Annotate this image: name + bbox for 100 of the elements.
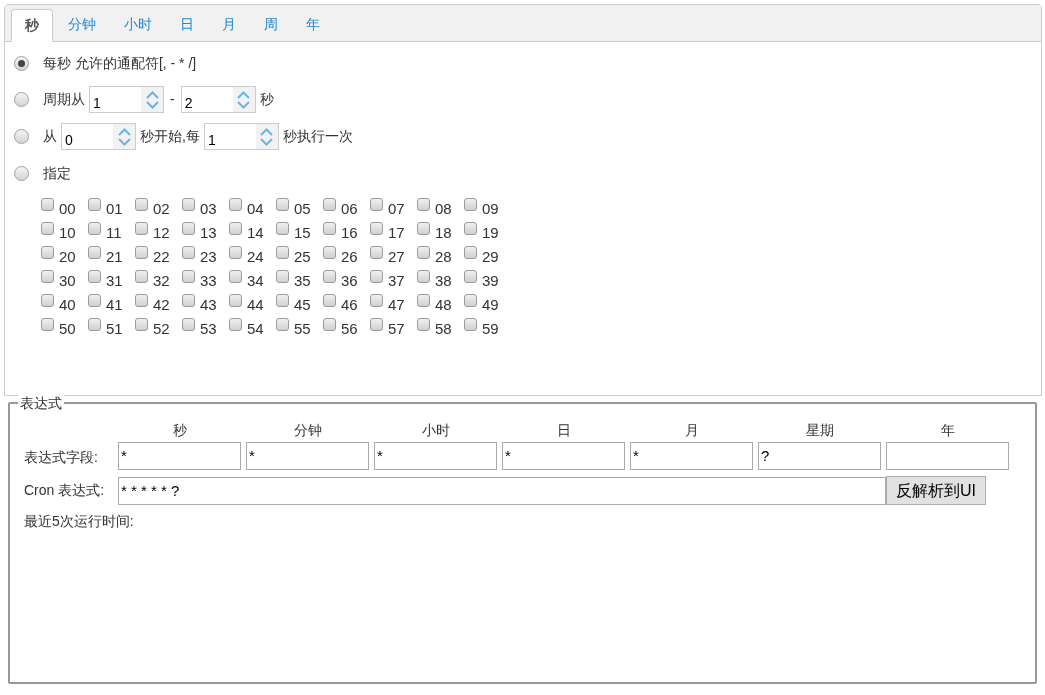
number-spinner[interactable]: 0: [61, 123, 136, 150]
expression-field[interactable]: *: [118, 442, 241, 470]
expression-field[interactable]: *: [374, 442, 497, 470]
checkbox[interactable]: [229, 294, 242, 307]
checkbox-label: 02: [153, 199, 170, 220]
column-header: 月: [684, 421, 699, 440]
checkbox[interactable]: [229, 198, 242, 211]
expression-field[interactable]: *: [630, 442, 753, 470]
unit-label: 秒: [259, 90, 274, 109]
checkbox[interactable]: [464, 198, 477, 211]
checkbox[interactable]: [276, 198, 289, 211]
checkbox[interactable]: [464, 222, 477, 235]
checkbox[interactable]: [135, 294, 148, 307]
checkbox[interactable]: [323, 318, 336, 331]
checkbox-label: 21: [106, 247, 123, 268]
radio-button[interactable]: [14, 165, 29, 181]
tab[interactable]: 秒: [11, 9, 53, 42]
checkbox[interactable]: [276, 270, 289, 283]
cron-expression-field[interactable]: * * * * * ?: [118, 476, 886, 505]
checkbox[interactable]: [417, 318, 430, 331]
checkbox[interactable]: [370, 198, 383, 211]
checkbox-label: 40: [59, 295, 76, 316]
checkbox[interactable]: [417, 222, 430, 235]
checkbox[interactable]: [135, 198, 148, 211]
down-chevron-icon[interactable]: [145, 100, 159, 109]
checkbox[interactable]: [41, 294, 54, 307]
expression-field[interactable]: ?: [758, 442, 881, 470]
checkbox[interactable]: [182, 270, 195, 283]
checkbox[interactable]: [88, 318, 101, 331]
checkbox[interactable]: [276, 246, 289, 259]
radio-button[interactable]: [14, 129, 29, 144]
checkbox[interactable]: [464, 246, 477, 259]
checkbox[interactable]: [276, 318, 289, 331]
checkbox[interactable]: [276, 222, 289, 235]
checkbox[interactable]: [41, 222, 54, 235]
down-chevron-icon[interactable]: [260, 137, 274, 146]
checkbox[interactable]: [370, 270, 383, 283]
checkbox[interactable]: [88, 270, 101, 283]
checkbox[interactable]: [229, 222, 242, 235]
checkbox-label: 16: [341, 223, 358, 244]
tab[interactable]: 分钟: [55, 8, 109, 41]
tab[interactable]: 周: [251, 8, 291, 41]
checkbox[interactable]: [41, 270, 54, 283]
up-chevron-icon[interactable]: [237, 90, 251, 99]
checkbox[interactable]: [464, 294, 477, 307]
checkbox[interactable]: [182, 294, 195, 307]
tab[interactable]: 年: [293, 8, 333, 41]
checkbox[interactable]: [229, 318, 242, 331]
checkbox[interactable]: [323, 222, 336, 235]
checkbox[interactable]: [370, 246, 383, 259]
column-header: 分钟: [293, 421, 322, 440]
checkbox[interactable]: [88, 294, 101, 307]
checkbox[interactable]: [323, 198, 336, 211]
tab[interactable]: 月: [209, 8, 249, 41]
radio-button[interactable]: [14, 92, 29, 107]
checkbox[interactable]: [370, 318, 383, 331]
radio-button[interactable]: [14, 55, 29, 71]
up-chevron-icon[interactable]: [260, 127, 274, 136]
checkbox[interactable]: [464, 318, 477, 331]
checkbox[interactable]: [135, 222, 148, 235]
expression-field[interactable]: *: [502, 442, 625, 470]
checkbox[interactable]: [88, 222, 101, 235]
checkbox[interactable]: [135, 246, 148, 259]
down-chevron-icon[interactable]: [117, 137, 131, 146]
checkbox[interactable]: [88, 198, 101, 211]
checkbox[interactable]: [182, 222, 195, 235]
checkbox[interactable]: [323, 246, 336, 259]
checkbox[interactable]: [88, 246, 101, 259]
parse-to-ui-button[interactable]: 反解析到UI: [886, 476, 986, 505]
checkbox[interactable]: [229, 246, 242, 259]
checkbox[interactable]: [135, 270, 148, 283]
checkbox[interactable]: [229, 270, 242, 283]
number-spinner[interactable]: 1: [203, 123, 279, 150]
checkbox[interactable]: [182, 198, 195, 211]
checkbox[interactable]: [182, 246, 195, 259]
checkbox[interactable]: [464, 270, 477, 283]
number-spinner[interactable]: 1: [89, 86, 164, 113]
checkbox[interactable]: [417, 198, 430, 211]
checkbox[interactable]: [182, 318, 195, 331]
checkbox-label: 25: [294, 247, 311, 268]
checkbox[interactable]: [417, 246, 430, 259]
checkbox[interactable]: [370, 222, 383, 235]
checkbox[interactable]: [417, 270, 430, 283]
checkbox-label: 42: [153, 295, 170, 316]
expression-field[interactable]: [886, 442, 1009, 470]
checkbox[interactable]: [323, 270, 336, 283]
checkbox[interactable]: [41, 246, 54, 259]
checkbox[interactable]: [41, 198, 54, 211]
number-spinner[interactable]: 2: [180, 86, 256, 113]
checkbox[interactable]: [417, 294, 430, 307]
up-chevron-icon[interactable]: [117, 127, 131, 136]
down-chevron-icon[interactable]: [237, 100, 251, 109]
checkbox-label: 51: [106, 319, 123, 340]
checkbox[interactable]: [41, 318, 54, 331]
up-chevron-icon[interactable]: [145, 90, 159, 99]
checkbox[interactable]: [370, 294, 383, 307]
expression-field[interactable]: *: [246, 442, 369, 470]
checkbox[interactable]: [135, 318, 148, 331]
checkbox[interactable]: [323, 294, 336, 307]
checkbox[interactable]: [276, 294, 289, 307]
